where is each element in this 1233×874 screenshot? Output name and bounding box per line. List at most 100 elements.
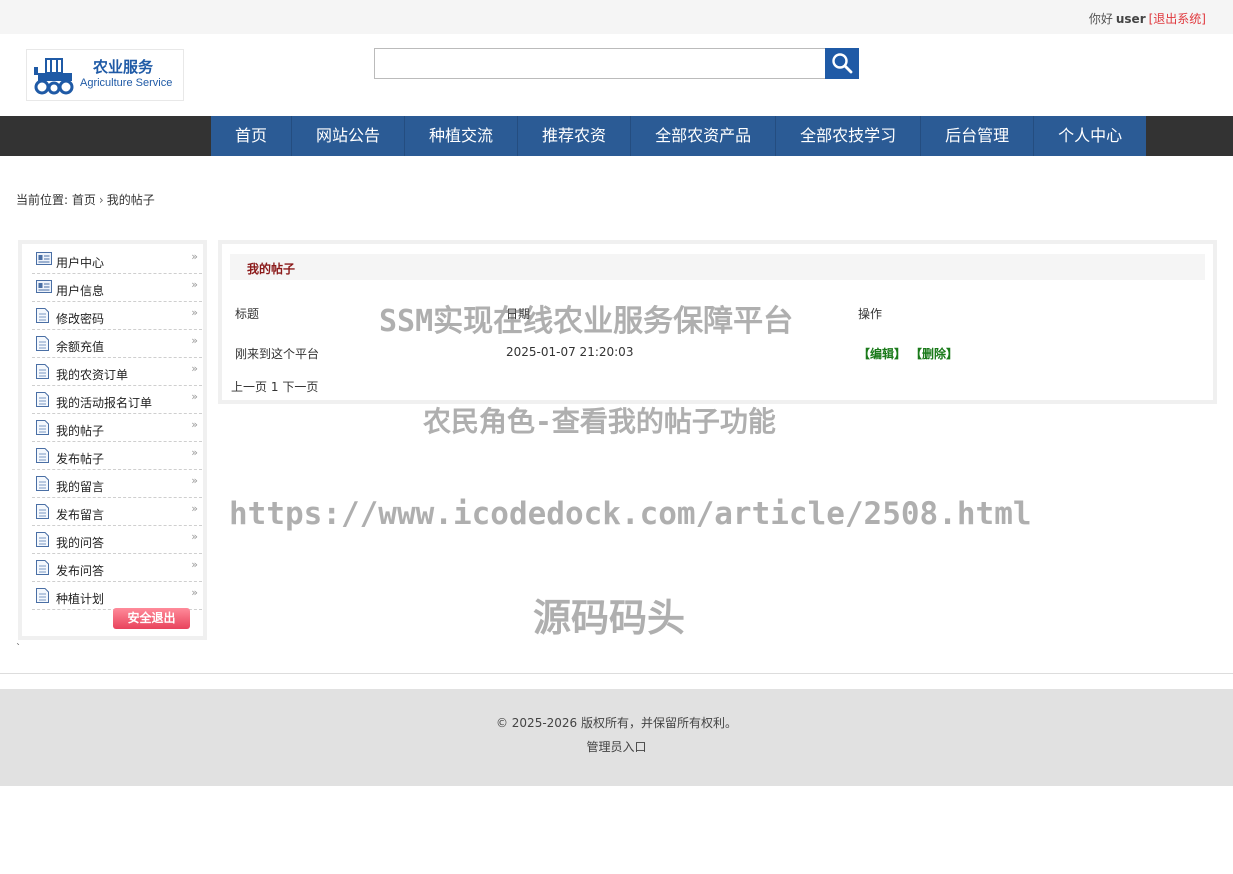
breadcrumb-home[interactable]: 首页 (72, 193, 96, 207)
sidebar-item-label: 我的留言 (56, 480, 105, 494)
document-icon (36, 560, 49, 578)
document-icon (36, 420, 49, 438)
double-chevron-icon: » (191, 530, 198, 543)
copyright-text: © 2025-2026 版权所有，并保留所有权利。 (495, 716, 738, 730)
watermark-url: https://www.icodedock.com/article/2508.h… (229, 496, 1032, 532)
pagination: 上一页 1 下一页 (231, 378, 318, 395)
sidebar-item-label: 我的活动报名订单 (56, 396, 153, 410)
page-number[interactable]: 1 (271, 380, 279, 394)
column-header-actions: 操作 (858, 307, 883, 321)
double-chevron-icon: » (191, 250, 198, 263)
watermark-brand: 源码码头 (533, 596, 686, 640)
safe-exit-button[interactable]: 安全退出 (113, 608, 190, 629)
double-chevron-icon: » (191, 390, 198, 403)
breadcrumb-current: 我的帖子 (106, 193, 155, 207)
watermark-subtitle: 农民角色-查看我的帖子功能 (423, 405, 776, 438)
sidebar-item[interactable]: 发布问答 » (32, 554, 202, 582)
sidebar-item[interactable]: 种植计划 » (32, 582, 202, 610)
document-icon (36, 392, 49, 410)
double-chevron-icon: » (191, 306, 198, 319)
search-icon (832, 53, 853, 74)
document-icon (36, 476, 49, 494)
nav-item-forum[interactable]: 种植交流 (405, 116, 519, 156)
nav-item-home[interactable]: 首页 (211, 116, 293, 156)
site-logo[interactable]: 农业服务 Agriculture Service (26, 49, 184, 101)
user-card-icon (36, 252, 52, 268)
sidebar-item[interactable]: 用户信息 » (32, 274, 202, 302)
breadcrumb: 当前位置: 首页 › 我的帖子 (16, 191, 155, 208)
nav-bar: 首页 网站公告 种植交流 推荐农资 全部农资产品 全部农技学习 后台管理 个人中… (0, 116, 1233, 156)
nav-item-admin[interactable]: 后台管理 (921, 116, 1035, 156)
double-chevron-icon: » (191, 586, 198, 599)
double-chevron-icon: » (191, 418, 198, 431)
breadcrumb-prefix: 当前位置: (16, 193, 69, 207)
sidebar-item[interactable]: 发布留言 » (32, 498, 202, 526)
user-sidebar: 用户中心» 用户信息» 修改密码» 余额充值» 我的农资订单» 我的活动报名订单» 我的帖子… (18, 240, 207, 640)
footer-divider (0, 673, 1233, 674)
document-icon (36, 364, 49, 382)
main-nav: 首页 网站公告 种植交流 推荐农资 全部农资产品 全部农技学习 后台管理 个人中… (211, 116, 1147, 156)
sidebar-item[interactable]: 我的问答 » (32, 526, 202, 554)
sidebar-item[interactable]: 余额充值 » (32, 330, 202, 358)
double-chevron-icon: » (191, 474, 198, 487)
next-page-link[interactable]: 下一页 (282, 380, 318, 394)
nav-item-products[interactable]: 全部农资产品 (631, 116, 777, 156)
nav-item-recommend[interactable]: 推荐农资 (518, 116, 632, 156)
footer: © 2025-2026 版权所有，并保留所有权利。 管理员入口 (0, 689, 1233, 786)
breadcrumb-chevron-icon: › (98, 193, 104, 207)
sidebar-item[interactable]: 发布帖子 » (32, 442, 202, 470)
delete-button[interactable]: 【删除】 (910, 345, 958, 362)
username: user (1115, 12, 1146, 26)
sidebar-item-label: 用户信息 (56, 284, 105, 298)
post-title[interactable]: 刚来到这个平台 (235, 345, 319, 362)
document-icon (36, 336, 49, 354)
sidebar-item-label: 发布留言 (56, 508, 105, 522)
user-card-icon (36, 280, 52, 296)
watermark-title: SSM实现在线农业服务保障平台 (379, 304, 794, 339)
greeting: 你好 user [退出系统] (1089, 10, 1206, 27)
sidebar-item-label: 余额充值 (56, 340, 105, 354)
nav-item-learning[interactable]: 全部农技学习 (776, 116, 922, 156)
column-header-title: 标题 (235, 307, 260, 321)
document-icon (36, 448, 49, 466)
edit-button[interactable]: 【编辑】 (858, 345, 906, 362)
sidebar-item[interactable]: 用户中心 » (32, 246, 202, 274)
document-icon (36, 588, 49, 606)
logo-subtitle: Agriculture Service (80, 77, 173, 89)
double-chevron-icon: » (191, 502, 198, 515)
sidebar-item[interactable]: 我的帖子 » (32, 414, 202, 442)
greeting-text: 你好 (1088, 12, 1113, 26)
panel-header: 我的帖子 (230, 254, 1205, 280)
search-button[interactable] (825, 48, 859, 79)
admin-entry-link[interactable]: 管理员入口 (0, 738, 1233, 755)
double-chevron-icon: » (191, 558, 198, 571)
double-chevron-icon: » (191, 334, 198, 347)
double-chevron-icon: » (191, 362, 198, 375)
sidebar-item-label: 我的问答 (56, 536, 105, 550)
double-chevron-icon: » (191, 446, 198, 459)
sidebar-item[interactable]: 我的活动报名订单 » (32, 386, 202, 414)
top-bar: 你好 user [退出系统] (0, 0, 1233, 34)
sidebar-item[interactable]: 修改密码 » (32, 302, 202, 330)
nav-item-notice[interactable]: 网站公告 (292, 116, 406, 156)
double-chevron-icon: » (191, 278, 198, 291)
document-icon (36, 504, 49, 522)
document-icon (36, 532, 49, 550)
sidebar-item-label: 我的帖子 (56, 424, 105, 438)
stray-mark: ` (16, 643, 21, 654)
tractor-icon (34, 58, 74, 95)
nav-item-profile[interactable]: 个人中心 (1034, 116, 1146, 156)
sidebar-item-label: 修改密码 (56, 312, 105, 326)
prev-page-link[interactable]: 上一页 (231, 380, 267, 394)
search-input[interactable] (374, 48, 826, 79)
sidebar-item-label: 我的农资订单 (56, 368, 129, 382)
sidebar-item[interactable]: 我的农资订单 » (32, 358, 202, 386)
sidebar-item-label: 种植计划 (56, 592, 105, 606)
post-date: 2025-01-07 21:20:03 (506, 345, 634, 359)
sidebar-item[interactable]: 我的留言 » (32, 470, 202, 498)
sidebar-menu: 用户中心» 用户信息» 修改密码» 余额充值» 我的农资订单» 我的活动报名订单» 我的帖子… (32, 246, 202, 610)
logout-link[interactable]: [退出系统] (1149, 12, 1206, 26)
sidebar-item-label: 发布问答 (56, 564, 105, 578)
document-icon (36, 308, 49, 326)
logo-title: 农业服务 (93, 58, 154, 76)
